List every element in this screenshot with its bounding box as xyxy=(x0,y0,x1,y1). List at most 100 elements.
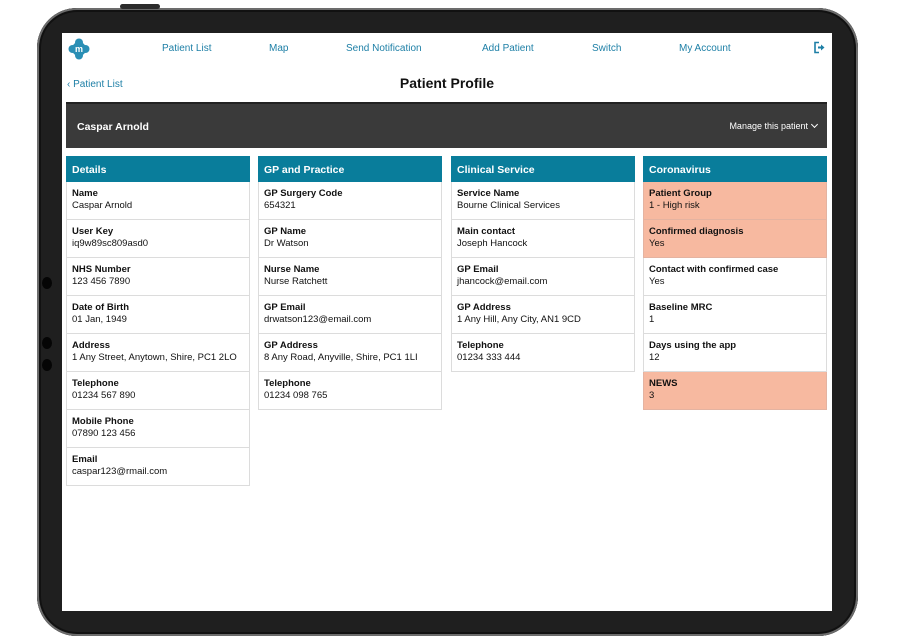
field-value: 1 xyxy=(649,314,655,325)
field-label: GP Address xyxy=(264,340,318,351)
field-telephone: Telephone 01234 567 890 xyxy=(66,372,250,410)
field-main-contact: Main contact Joseph Hancock xyxy=(451,220,635,258)
field-nhs-number: NHS Number 123 456 7890 xyxy=(66,258,250,296)
field-value: 01234 567 890 xyxy=(72,390,136,401)
field-nurse-name: Nurse Name Nurse Ratchett xyxy=(258,258,442,296)
field-value: Yes xyxy=(649,276,665,287)
field-value: 1 Any Street, Anytown, Shire, PC1 2LO xyxy=(72,352,237,363)
field-date-of-birth: Date of Birth 01 Jan, 1949 xyxy=(66,296,250,334)
field-days-using-app: Days using the app 12 xyxy=(643,334,827,372)
field-baseline-mrc: Baseline MRC 1 xyxy=(643,296,827,334)
field-value: drwatson123@email.com xyxy=(264,314,372,325)
field-gp-surgery-code: GP Surgery Code 654321 xyxy=(258,182,442,220)
field-label: GP Email xyxy=(264,302,306,313)
nav-switch[interactable]: Switch xyxy=(592,43,621,54)
field-label: Name xyxy=(72,188,98,199)
coronavirus-panel: Coronavirus Patient Group 1 - High risk C… xyxy=(643,156,827,410)
field-label: GP Email xyxy=(457,264,499,275)
field-label: Contact with confirmed case xyxy=(649,264,779,275)
field-value: 1 - High risk xyxy=(649,200,700,211)
field-value: 8 Any Road, Anyville, Shire, PC1 1LI xyxy=(264,352,418,363)
field-label: GP Name xyxy=(264,226,307,237)
panel-header: Details xyxy=(66,156,250,182)
field-value: caspar123@rmail.com xyxy=(72,466,168,477)
field-label: Baseline MRC xyxy=(649,302,713,313)
details-panel: Details Name Caspar Arnold User Key iq9w89… xyxy=(66,156,250,486)
panel-header: Clinical Service xyxy=(451,156,635,182)
clinical-service-panel: Clinical Service Service Name Bourne Clin… xyxy=(451,156,635,372)
field-label: Telephone xyxy=(72,378,119,389)
field-service-gp-email: GP Email jhancock@email.com xyxy=(451,258,635,296)
field-value: 123 456 7890 xyxy=(72,276,131,287)
nav-patient-list[interactable]: Patient List xyxy=(162,43,211,54)
field-news-score: NEWS 3 xyxy=(643,372,827,410)
field-user-key: User Key iq9w89sc809asd0 xyxy=(66,220,250,258)
field-label: GP Address xyxy=(457,302,511,313)
field-label: Main contact xyxy=(457,226,516,237)
field-service-telephone: Telephone 01234 333 444 xyxy=(451,334,635,372)
field-label: User Key xyxy=(72,226,114,237)
field-label: Email xyxy=(72,454,98,465)
chevron-down-icon xyxy=(810,120,819,129)
nav-map[interactable]: Map xyxy=(269,43,288,54)
field-value: Bourne Clinical Services xyxy=(457,200,560,211)
gp-practice-panel: GP and Practice GP Surgery Code 654321 GP… xyxy=(258,156,442,410)
device-side-button xyxy=(42,337,52,349)
field-label: Confirmed diagnosis xyxy=(649,226,744,237)
nav-add-patient[interactable]: Add Patient xyxy=(482,43,534,54)
field-label: Telephone xyxy=(457,340,504,351)
field-address: Address 1 Any Street, Anytown, Shire, PC1… xyxy=(66,334,250,372)
field-confirmed-diagnosis: Confirmed diagnosis Yes xyxy=(643,220,827,258)
field-mobile-phone: Mobile Phone 07890 123 456 xyxy=(66,410,250,448)
field-patient-group: Patient Group 1 - High risk xyxy=(643,182,827,220)
device-side-button xyxy=(42,359,52,371)
patient-banner: Caspar Arnold Manage this patient xyxy=(66,102,827,148)
field-value: 1 Any Hill, Any City, AN1 9CD xyxy=(457,314,581,325)
field-label: Days using the app xyxy=(649,340,737,351)
field-label: Address xyxy=(72,340,111,351)
field-label: Mobile Phone xyxy=(72,416,134,427)
field-contact-confirmed-case: Contact with confirmed case Yes xyxy=(643,258,827,296)
field-gp-telephone: Telephone 01234 098 765 xyxy=(258,372,442,410)
svg-text:m: m xyxy=(75,44,83,54)
device-side-button xyxy=(42,277,52,289)
field-gp-address: GP Address 8 Any Road, Anyville, Shire, P… xyxy=(258,334,442,372)
field-value: jhancock@email.com xyxy=(457,276,548,287)
page-title: Patient Profile xyxy=(399,75,495,91)
device-top-button xyxy=(120,4,160,9)
field-label: Telephone xyxy=(264,378,311,389)
nav-my-account[interactable]: My Account xyxy=(679,43,731,54)
field-label: Patient Group xyxy=(649,188,712,199)
field-value: iq9w89sc809asd0 xyxy=(72,238,149,249)
field-service-name: Service Name Bourne Clinical Services xyxy=(451,182,635,220)
panel-header: Coronavirus xyxy=(643,156,827,182)
field-value: Nurse Ratchett xyxy=(264,276,328,287)
field-value: Yes xyxy=(649,238,665,249)
field-label: Nurse Name xyxy=(264,264,320,275)
field-value: 07890 123 456 xyxy=(72,428,136,439)
field-value: Joseph Hancock xyxy=(457,238,528,249)
field-value: 01234 098 765 xyxy=(264,390,328,401)
field-label: Date of Birth xyxy=(72,302,129,313)
field-value: 3 xyxy=(649,390,655,401)
logout-icon[interactable] xyxy=(813,41,826,54)
field-email: Email caspar123@rmail.com xyxy=(66,448,250,486)
banner-patient-name: Caspar Arnold xyxy=(77,121,149,133)
field-name: Name Caspar Arnold xyxy=(66,182,250,220)
field-value: 01 Jan, 1949 xyxy=(72,314,127,325)
field-service-gp-address: GP Address 1 Any Hill, Any City, AN1 9CD xyxy=(451,296,635,334)
field-value: 12 xyxy=(649,352,660,363)
field-label: GP Surgery Code xyxy=(264,188,343,199)
field-label: NEWS xyxy=(649,378,678,389)
brand-logo-icon[interactable]: m xyxy=(68,38,90,60)
field-label: Service Name xyxy=(457,188,520,199)
manage-patient-button[interactable]: Manage this patient xyxy=(729,120,819,131)
field-value: Caspar Arnold xyxy=(72,200,133,211)
field-value: 654321 xyxy=(264,200,296,211)
nav-send-notification[interactable]: Send Notification xyxy=(346,43,422,54)
field-gp-email: GP Email drwatson123@email.com xyxy=(258,296,442,334)
app-screen: m Patient List Map Send Notification Add… xyxy=(62,33,832,611)
manage-patient-label: Manage this patient xyxy=(729,121,808,131)
top-nav: m Patient List Map Send Notification Add… xyxy=(62,33,832,63)
panel-header: GP and Practice xyxy=(258,156,442,182)
